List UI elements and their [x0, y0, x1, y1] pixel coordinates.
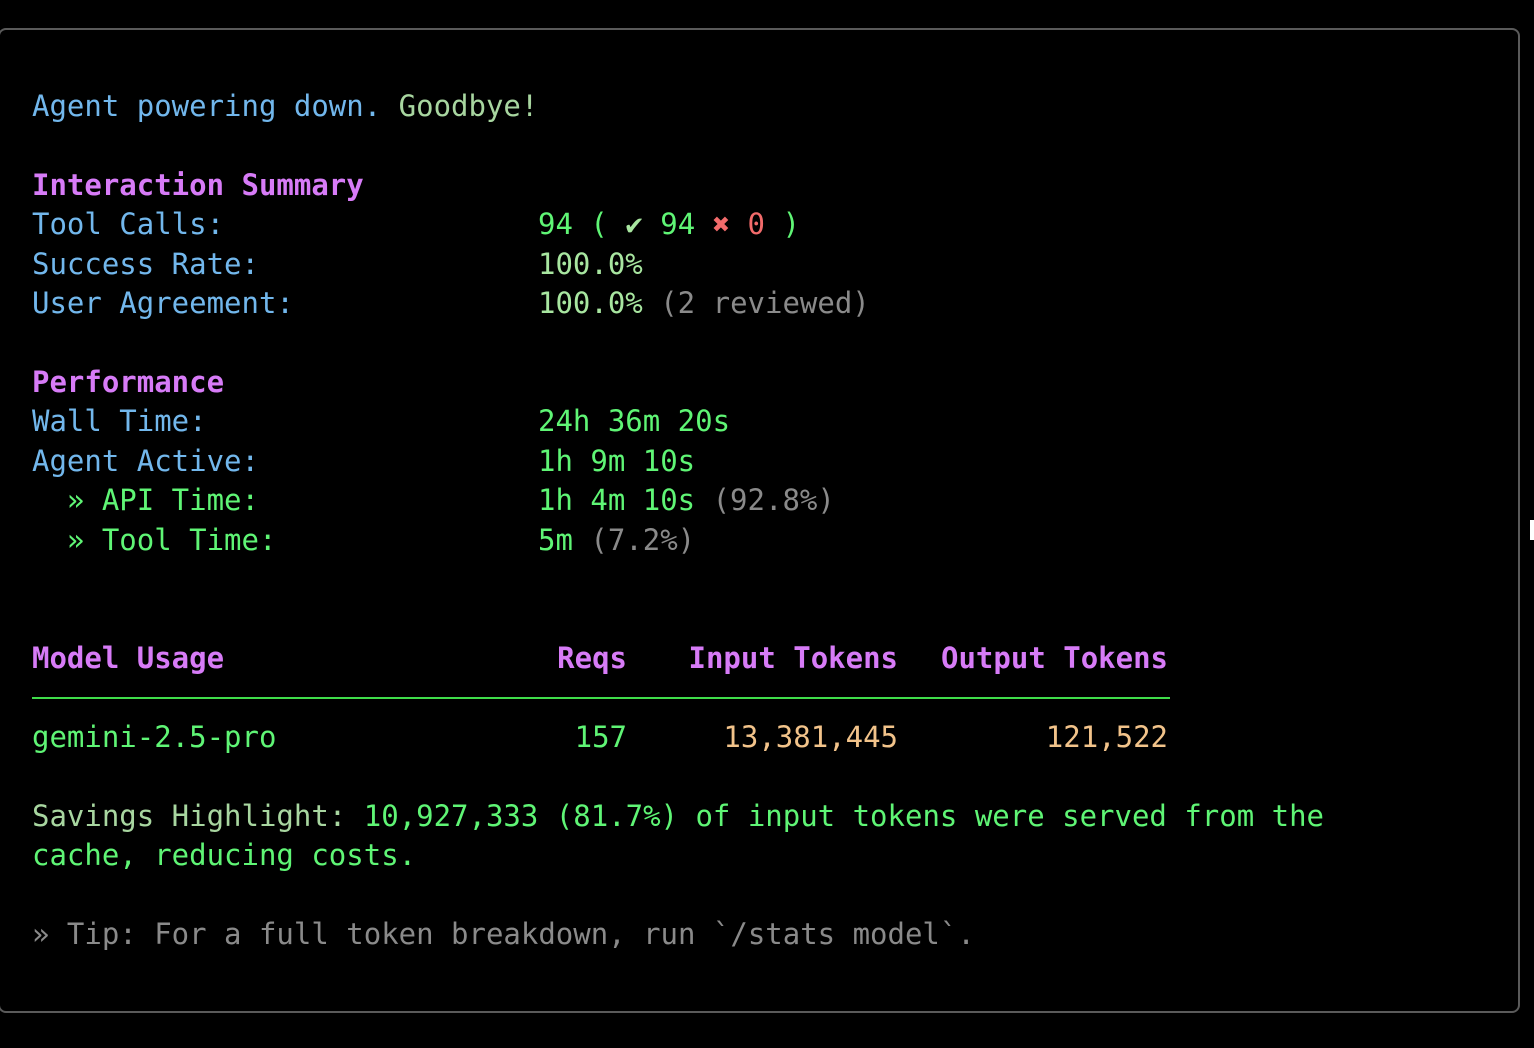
performance-heading: Performance — [32, 365, 225, 399]
interaction-summary-heading: Interaction Summary — [32, 168, 364, 202]
tool-calls-fail: 0 — [730, 207, 766, 241]
table-divider — [32, 697, 1170, 699]
savings-text-line-1: 10,927,333 (81.7%) of input tokens were … — [363, 799, 1325, 833]
agent-active-label: Agent Active: — [32, 444, 259, 478]
tool-calls-value: 94 ( ✔ 94 ✖ 0 ) — [538, 204, 800, 244]
tool-calls-total: 94 — [538, 207, 573, 241]
tool-time-percent: (7.2%) — [572, 523, 696, 557]
api-time-duration: 1h 4m 10s — [538, 483, 696, 517]
model-output-tokens: 121,522 — [1045, 720, 1168, 754]
model-usage-heading: Model Usage — [32, 641, 225, 675]
wall-time-label: Wall Time: — [32, 404, 207, 438]
agent-active-value: 1h 9m 10s — [538, 444, 696, 478]
text-cursor — [1530, 520, 1534, 540]
model-name: gemini-2.5-pro — [32, 720, 277, 754]
savings-highlight: Savings Highlight: 10,927,333 (81.7%) of… — [32, 796, 1324, 836]
tool-calls-close-paren: ) — [765, 207, 800, 241]
tool-calls-success: 94 — [642, 207, 713, 241]
success-rate-value: 100.0% — [538, 247, 643, 281]
user-agreement-value: 100.0% (2 reviewed) — [538, 283, 870, 323]
tool-calls-open-paren: ( — [572, 207, 626, 241]
cross-icon: ✖ — [712, 207, 731, 241]
col-header-output-tokens: Output Tokens — [941, 641, 1168, 675]
user-agreement-percent: 100.0% — [538, 286, 643, 320]
model-reqs: 157 — [574, 720, 627, 754]
goodbye-part-2: Goodbye! — [381, 89, 539, 123]
col-header-reqs: Reqs — [557, 641, 627, 675]
user-agreement-note: (2 reviewed) — [642, 286, 870, 320]
check-icon: ✔ — [625, 207, 643, 241]
tool-time-duration: 5m — [538, 523, 573, 557]
stats-tip: » Tip: For a full token breakdown, run `… — [32, 917, 975, 951]
api-time-value: 1h 4m 10s (92.8%) — [538, 480, 835, 520]
col-header-input-tokens: Input Tokens — [688, 641, 898, 675]
goodbye-message: Agent powering down. Goodbye! — [32, 86, 538, 126]
api-time-label: » API Time: — [32, 483, 259, 517]
model-input-tokens: 13,381,445 — [723, 720, 898, 754]
tool-time-label: » Tool Time: — [32, 523, 277, 557]
success-rate-label: Success Rate: — [32, 247, 259, 281]
savings-text-line-2: cache, reducing costs. — [32, 838, 417, 872]
tool-time-value: 5m (7.2%) — [538, 520, 695, 560]
user-agreement-label: User Agreement: — [32, 286, 294, 320]
wall-time-value: 24h 36m 20s — [538, 404, 731, 438]
goodbye-part-1: Agent powering down. — [32, 89, 382, 123]
savings-label: Savings Highlight: — [32, 799, 364, 833]
api-time-percent: (92.8%) — [695, 483, 835, 517]
tool-calls-label: Tool Calls: — [32, 207, 225, 241]
